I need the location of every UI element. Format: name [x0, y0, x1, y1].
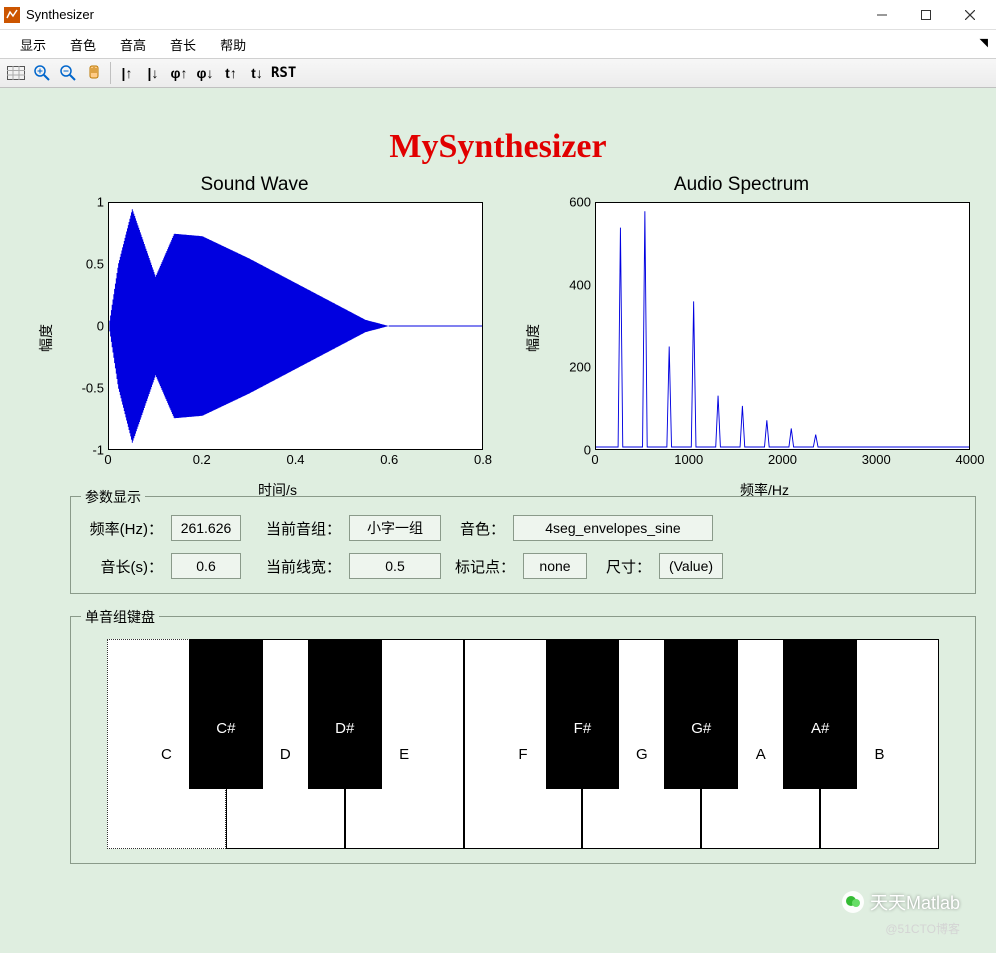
ylabel-right: 幅度: [523, 324, 543, 352]
menu-help[interactable]: 帮助: [210, 33, 256, 56]
audio-spectrum-chart: Audio Spectrum 幅度 0200400600 01000200030…: [503, 174, 980, 478]
span-up-icon[interactable]: φ↑: [167, 61, 191, 85]
white-key-label: E: [399, 746, 409, 763]
note-down-icon[interactable]: t↓: [245, 61, 269, 85]
label-size: 尺寸：: [595, 556, 651, 577]
white-key-label: C: [161, 746, 172, 763]
chart-title-left: Sound Wave: [16, 174, 493, 196]
white-key-label: F: [518, 746, 527, 763]
field-size[interactable]: (Value): [659, 553, 723, 579]
black-key-Csharp[interactable]: C#: [189, 639, 263, 789]
amp-down-icon[interactable]: |↓: [141, 61, 165, 85]
wechat-icon: [842, 891, 864, 913]
keyboard-legend: 单音组键盘: [81, 607, 159, 627]
black-key-label: F#: [574, 720, 592, 737]
label-tone: 音色：: [449, 518, 505, 539]
field-linew[interactable]: 0.5: [349, 553, 441, 579]
params-panel: 参数显示 频率(Hz)： 261.626 当前音组： 小字一组 音色： 4seg…: [70, 496, 976, 594]
field-tone[interactable]: 4seg_envelopes_sine: [513, 515, 713, 541]
amp-up-icon[interactable]: |↑: [115, 61, 139, 85]
black-key-Fsharp[interactable]: F#: [546, 639, 620, 789]
menu-display[interactable]: 显示: [10, 33, 56, 56]
black-key-label: C#: [216, 720, 235, 737]
label-linew: 当前线宽：: [249, 556, 341, 577]
black-key-Dsharp[interactable]: D#: [308, 639, 382, 789]
keyboard-panel: 单音组键盘 CDEFGABC#D#F#G#A#: [70, 616, 976, 864]
maximize-button[interactable]: [904, 1, 948, 29]
label-group: 当前音组：: [249, 518, 341, 539]
chart-title-right: Audio Spectrum: [503, 174, 980, 196]
white-key-label: B: [875, 746, 885, 763]
field-dur[interactable]: 0.6: [171, 553, 241, 579]
black-key-Gsharp[interactable]: G#: [664, 639, 738, 789]
zoom-in-icon[interactable]: [30, 61, 54, 85]
watermark-channel: 天天Matlab: [842, 889, 960, 915]
watermark-source: @51CTO博客: [885, 920, 960, 937]
field-marker[interactable]: none: [523, 553, 587, 579]
grid-icon[interactable]: [4, 61, 28, 85]
reset-button[interactable]: RST: [271, 61, 296, 85]
label-freq: 频率(Hz)：: [83, 518, 163, 539]
minimize-button[interactable]: [860, 1, 904, 29]
toolbar: |↑ |↓ φ↑ φ↓ t↑ t↓ RST: [0, 58, 996, 88]
span-down-icon[interactable]: φ↓: [193, 61, 217, 85]
black-key-label: A#: [811, 720, 829, 737]
keyboard: C D E F G A B C# D# F# G# A#: [107, 639, 939, 849]
yticks-left: -1-0.500.51: [68, 202, 106, 450]
ylabel-left: 幅度: [36, 324, 56, 352]
plot-area-right[interactable]: [595, 202, 970, 450]
pan-icon[interactable]: [82, 61, 106, 85]
watermark-text: 天天Matlab: [870, 889, 960, 915]
sound-wave-chart: Sound Wave 幅度 -1-0.500.51 00.20.40.60.8 …: [16, 174, 493, 478]
figure-background: MySynthesizer Sound Wave 幅度 -1-0.500.51 …: [0, 88, 996, 953]
xticks-left: 00.20.40.60.8: [108, 452, 483, 470]
params-legend: 参数显示: [81, 487, 145, 507]
white-key-label: A: [756, 746, 766, 763]
white-key-label: G: [636, 746, 648, 763]
app-title: MySynthesizer: [10, 128, 986, 166]
menu-tone[interactable]: 音色: [60, 33, 106, 56]
menu-pitch[interactable]: 音高: [110, 33, 156, 56]
black-key-Asharp[interactable]: A#: [783, 639, 857, 789]
zoom-out-icon[interactable]: [56, 61, 80, 85]
field-group[interactable]: 小字一组: [349, 515, 441, 541]
xticks-right: 01000200030004000: [595, 452, 970, 470]
black-key-label: G#: [691, 720, 711, 737]
menu-length[interactable]: 音长: [160, 33, 206, 56]
label-marker: 标记点：: [449, 556, 515, 577]
title-bar: Synthesizer: [0, 0, 996, 30]
menu-bar: 显示 音色 音高 音长 帮助 ◥: [0, 30, 996, 58]
field-freq[interactable]: 261.626: [171, 515, 241, 541]
window-title: Synthesizer: [26, 7, 94, 22]
black-key-label: D#: [335, 720, 354, 737]
dock-corner-icon[interactable]: ◥: [980, 36, 988, 49]
app-icon: [4, 7, 20, 23]
yticks-right: 0200400600: [555, 202, 593, 450]
white-key-label: D: [280, 746, 291, 763]
note-up-icon[interactable]: t↑: [219, 61, 243, 85]
label-dur: 音长(s)：: [83, 556, 163, 577]
close-button[interactable]: [948, 1, 992, 29]
plot-area-left[interactable]: [108, 202, 483, 450]
